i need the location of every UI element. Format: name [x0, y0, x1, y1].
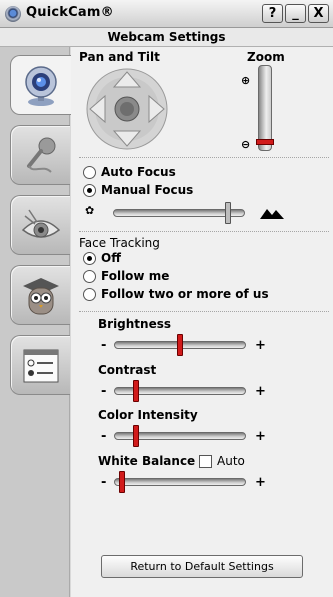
sidebar: [0, 47, 71, 597]
tab-effects[interactable]: [10, 265, 70, 325]
focus-slider[interactable]: [113, 202, 245, 224]
tab-advanced[interactable]: [10, 335, 70, 395]
divider: [79, 157, 329, 158]
white-balance-slider-thumb[interactable]: [118, 471, 125, 493]
color-intensity-label: Color Intensity: [98, 408, 198, 422]
manual-focus-label: Manual Focus: [101, 183, 194, 197]
follow-me-radio[interactable]: [83, 270, 96, 283]
white-balance-label: White Balance: [98, 454, 196, 468]
page-title: Webcam Settings: [0, 28, 333, 47]
zoom-out-icon: ⊖: [241, 138, 251, 151]
color-intensity-slider-thumb[interactable]: [133, 425, 140, 447]
options-list-icon: [23, 349, 59, 383]
tab-privacy[interactable]: [10, 195, 70, 255]
face-tracking-off-label: Off: [101, 251, 121, 265]
tab-audio[interactable]: [10, 125, 70, 185]
help-button[interactable]: ?: [262, 4, 283, 23]
contrast-slider[interactable]: [114, 380, 246, 402]
white-balance-slider[interactable]: [114, 471, 246, 493]
tab-webcam[interactable]: [10, 55, 71, 115]
color-intensity-decrease[interactable]: -: [101, 430, 106, 443]
manual-focus-radio[interactable]: [83, 184, 96, 197]
color-intensity-increase[interactable]: +: [255, 430, 266, 443]
auto-focus-radio[interactable]: [83, 166, 96, 179]
quickcam-icon: [5, 6, 21, 22]
brightness-slider[interactable]: [114, 334, 246, 356]
microphone-icon: [27, 137, 56, 173]
contrast-slider-thumb[interactable]: [133, 380, 140, 402]
landscape-focus-icon: [260, 209, 284, 219]
divider: [79, 311, 329, 312]
follow-group-radio[interactable]: [83, 288, 96, 301]
window-title: QuickCam®: [26, 5, 114, 20]
follow-group-label: Follow two or more of us: [101, 287, 269, 301]
settings-panel: Pan and Tilt Zoom ⊕ ⊖ Auto Focus Manual …: [71, 47, 333, 597]
webcam-icon: [25, 66, 57, 106]
return-default-button[interactable]: Return to Default Settings: [101, 555, 303, 578]
pan-tilt-label: Pan and Tilt: [79, 50, 160, 64]
brightness-increase[interactable]: +: [255, 339, 266, 352]
contrast-increase[interactable]: +: [255, 385, 266, 398]
brightness-decrease[interactable]: -: [101, 339, 106, 352]
white-balance-decrease[interactable]: -: [101, 476, 106, 489]
close-button[interactable]: X: [308, 4, 329, 23]
brightness-slider-thumb[interactable]: [177, 334, 183, 356]
zoom-in-icon: ⊕: [241, 74, 251, 87]
white-balance-auto-label: Auto: [217, 454, 245, 468]
macro-focus-icon: ✿: [85, 204, 95, 217]
eye-icon: [21, 209, 61, 238]
color-intensity-slider[interactable]: [114, 425, 246, 447]
zoom-label: Zoom: [247, 50, 285, 64]
focus-slider-thumb[interactable]: [224, 202, 231, 224]
contrast-label: Contrast: [98, 363, 157, 377]
face-tracking-label: Face Tracking: [79, 236, 160, 250]
contrast-decrease[interactable]: -: [101, 385, 106, 398]
owl-graduate-icon: [23, 278, 59, 315]
auto-focus-label: Auto Focus: [101, 165, 176, 179]
white-balance-increase[interactable]: +: [255, 476, 266, 489]
minimize-button[interactable]: _: [285, 4, 306, 23]
zoom-slider[interactable]: [256, 65, 274, 151]
title-bar: QuickCam® ? _ X: [0, 0, 333, 28]
follow-me-label: Follow me: [101, 269, 170, 283]
pan-tilt-control: [86, 68, 168, 150]
white-balance-auto-checkbox[interactable]: [199, 455, 212, 468]
divider: [79, 231, 329, 232]
zoom-slider-thumb[interactable]: [256, 138, 274, 145]
face-tracking-off-radio[interactable]: [83, 252, 96, 265]
brightness-label: Brightness: [98, 317, 172, 331]
